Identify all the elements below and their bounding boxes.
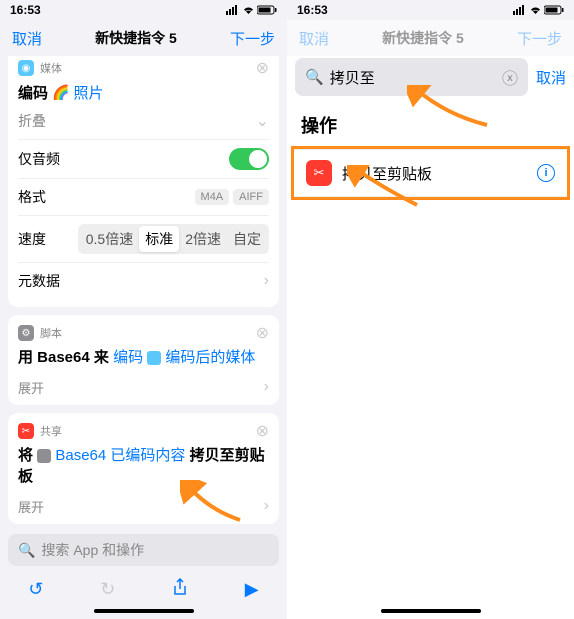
right-phone: 16:53 取消 新快捷指令 5 下一步 🔍 拷贝至 ⓧ 取消 操作 ✂ 拷贝至… <box>287 0 574 619</box>
speed-label: 速度 <box>18 229 46 249</box>
format-label: 格式 <box>18 187 46 207</box>
content-area: ◉ 媒体 ⊗ 编码 🌈 照片 折叠 ⌄ 仅音频 格式 M4A AI <box>0 56 287 534</box>
left-phone: 16:53 取消 新快捷指令 5 下一步 ◉ 媒体 ⊗ 编码 🌈 照片 折叠 ⌄ <box>0 0 287 619</box>
run-button[interactable]: ▶ <box>245 579 259 600</box>
chevron-right-icon[interactable]: › <box>264 272 269 290</box>
speed-segment[interactable]: 0.5倍速 标准 2倍速 自定 <box>78 224 269 254</box>
nav-bar-background: 取消 新快捷指令 5 下一步 <box>287 20 574 56</box>
redo-button: ↻ <box>100 579 115 600</box>
share-button[interactable] <box>172 578 188 601</box>
format-aiff[interactable]: AIFF <box>233 189 269 205</box>
audio-only-toggle[interactable] <box>229 148 269 170</box>
close-card-button[interactable]: ⊗ <box>256 323 269 343</box>
result-label: 拷贝至剪贴板 <box>342 163 432 184</box>
clipboard-card: ✂ 共享 ⊗ 将 Base64 已编码内容 拷贝至剪贴板 展开 › <box>8 413 279 524</box>
chevron-right-icon[interactable]: › <box>264 497 269 516</box>
encoded-media-link[interactable]: 编码后的媒体 <box>165 349 255 366</box>
search-icon: 🔍 <box>305 68 324 86</box>
status-icons <box>226 5 277 15</box>
script-icon: ⚙ <box>18 325 34 341</box>
audio-only-label: 仅音频 <box>18 149 60 169</box>
close-card-button[interactable]: ⊗ <box>256 421 269 441</box>
result-copy-clipboard[interactable]: ✂ 拷贝至剪贴板 i <box>294 149 567 197</box>
cancel-search-button[interactable]: 取消 <box>536 67 566 88</box>
media-icon: ◉ <box>18 60 34 76</box>
undo-button[interactable]: ↺ <box>28 579 43 600</box>
status-time: 16:53 <box>10 3 41 17</box>
page-title: 新快捷指令 5 <box>95 28 177 48</box>
scissors-icon: ✂ <box>306 160 332 186</box>
status-time: 16:53 <box>297 3 328 17</box>
section-title: 操作 <box>287 104 574 146</box>
media-inline-icon <box>147 351 161 365</box>
home-indicator <box>381 609 481 613</box>
nav-bar: 取消 新快捷指令 5 下一步 <box>0 20 287 56</box>
status-bar: 16:53 <box>287 0 574 20</box>
search-placeholder: 搜索 App 和操作 <box>41 540 144 560</box>
bottom-toolbar: ↺ ↻ ▶ <box>0 570 287 605</box>
highlight-result: ✂ 拷贝至剪贴板 i <box>291 146 570 200</box>
var-inline-icon <box>37 449 51 463</box>
share-icon: ✂ <box>18 423 34 439</box>
card-category: 共享 <box>40 423 62 439</box>
status-icons <box>513 5 564 15</box>
card-category: 媒体 <box>40 60 62 76</box>
home-indicator <box>94 609 194 613</box>
info-button[interactable]: i <box>537 164 555 182</box>
search-value: 拷贝至 <box>330 67 375 88</box>
search-icon: 🔍 <box>18 542 35 559</box>
format-m4a[interactable]: M4A <box>195 189 230 205</box>
search-field[interactable]: 🔍 拷贝至 ⓧ <box>295 58 528 96</box>
cancel-button[interactable]: 取消 <box>12 28 42 49</box>
encode-link[interactable]: 编码 <box>113 349 143 366</box>
clear-search-button[interactable]: ⓧ <box>502 65 518 89</box>
photos-link[interactable]: 照片 <box>73 82 103 103</box>
base64-content-link[interactable]: Base64 已编码内容 <box>55 447 185 464</box>
card-category: 脚本 <box>40 325 62 341</box>
next-button[interactable]: 下一步 <box>230 28 275 49</box>
encode-card: ◉ 媒体 ⊗ 编码 🌈 照片 折叠 ⌄ 仅音频 格式 M4A AI <box>8 56 279 307</box>
expand-label[interactable]: 展开 <box>18 378 44 397</box>
encode-label: 编码 <box>18 82 48 103</box>
fold-label: 折叠 <box>18 111 46 131</box>
base64-card: ⚙ 脚本 ⊗ 用 Base64 来 编码 编码后的媒体 展开 › <box>8 315 279 405</box>
metadata-label: 元数据 <box>18 271 60 291</box>
chevron-down-icon[interactable]: ⌄ <box>256 111 269 131</box>
expand-label[interactable]: 展开 <box>18 497 44 516</box>
status-bar: 16:53 <box>0 0 287 20</box>
close-card-button[interactable]: ⊗ <box>256 58 269 78</box>
chevron-right-icon[interactable]: › <box>264 378 269 397</box>
search-bar[interactable]: 🔍 搜索 App 和操作 <box>8 534 279 566</box>
